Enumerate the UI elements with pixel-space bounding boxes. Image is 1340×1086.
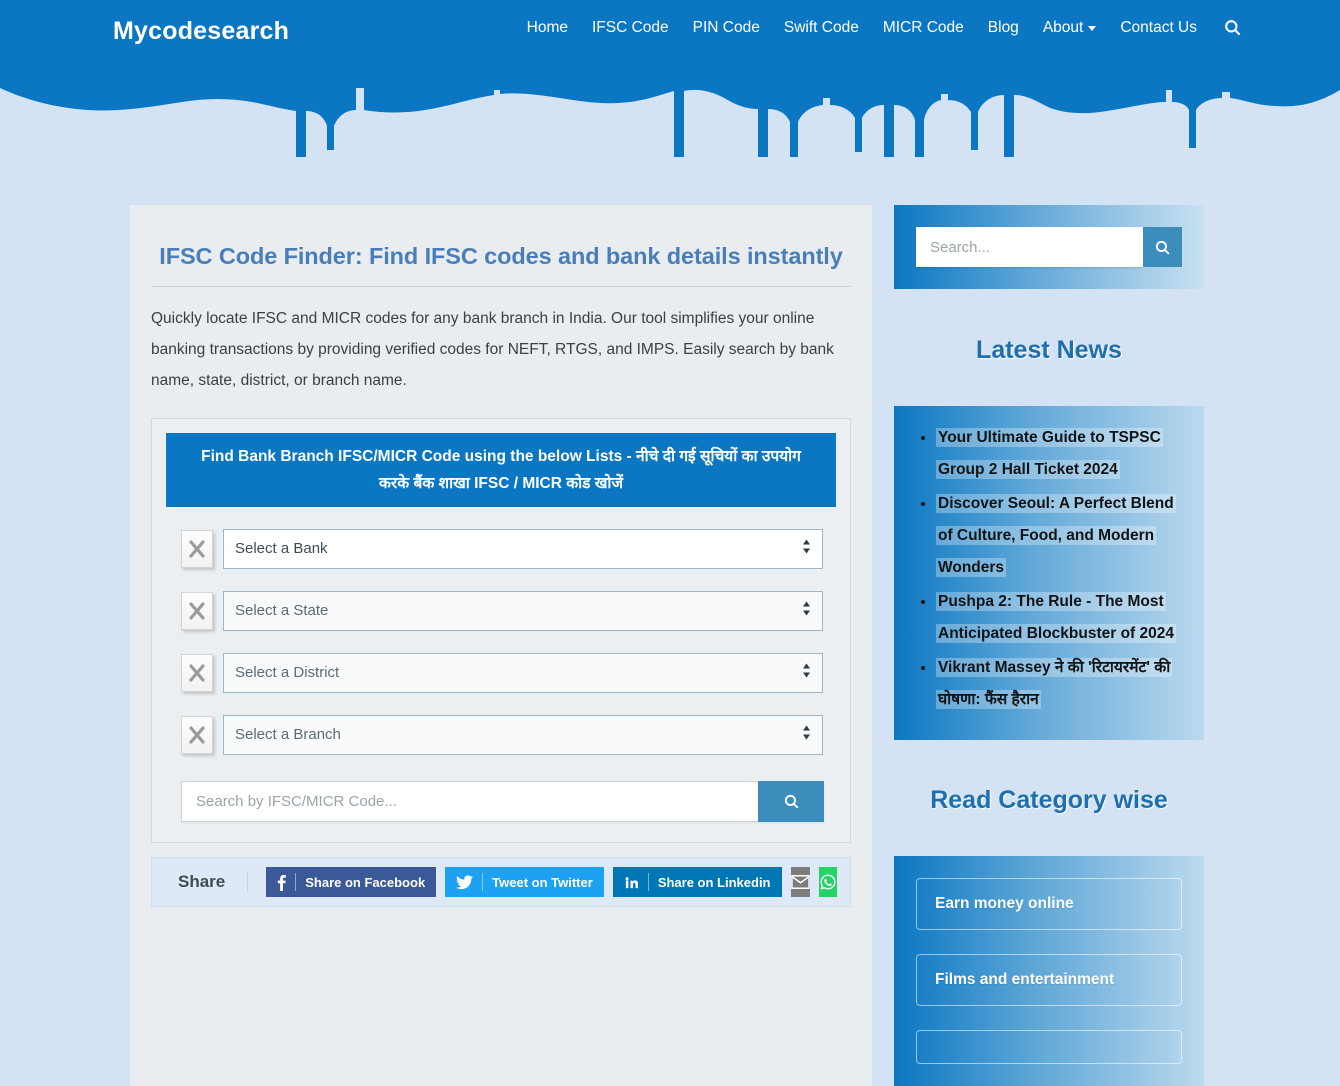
sidebar-search-button[interactable]: [1143, 227, 1182, 267]
latest-news-list: Your Ultimate Guide to TSPSC Group 2 Hal…: [894, 405, 1204, 740]
news-item-label: Your Ultimate Guide to TSPSC Group 2 Hal…: [936, 427, 1163, 479]
nav-item-home[interactable]: Home: [515, 15, 580, 41]
header-search-icon[interactable]: [1223, 18, 1242, 37]
nav-label: IFSC Code: [591, 18, 669, 36]
select-branch[interactable]: Select a Branch: [223, 715, 823, 755]
category-item-films-and-entertainment[interactable]: Films and entertainment: [916, 954, 1182, 1006]
ifsc-finder-form: Find Bank Branch IFSC/MICR Code using th…: [151, 418, 851, 843]
bank-select-wrapper: Select a Bank: [223, 529, 823, 569]
news-list-item[interactable]: Discover Seoul: A Perfect Blend of Cultu…: [936, 488, 1186, 584]
select-bank[interactable]: Select a Bank: [223, 529, 823, 569]
button-divider: [482, 873, 484, 891]
code-search-button[interactable]: [758, 781, 824, 822]
page-title: IFSC Code Finder: Find IFSC codes and ba…: [159, 243, 843, 269]
nav-label: MICR Code: [882, 18, 964, 36]
sidebar: Latest News Your Ultimate Guide to TSPSC…: [894, 205, 1204, 1086]
button-divider: [647, 873, 649, 891]
news-list-item[interactable]: Vikrant Massey ने की 'रिटायरमेंट' की घोष…: [936, 652, 1186, 716]
whatsapp-icon: [820, 874, 836, 890]
twitter-icon: [456, 874, 474, 889]
nav-item-ifsc-code[interactable]: IFSC Code: [580, 15, 681, 41]
share-on-facebook-button[interactable]: Share on Facebook: [266, 867, 437, 897]
share-label: Share: [164, 872, 249, 892]
nav-label: PIN Code: [692, 18, 760, 36]
branch-select-wrapper: Select a Branch: [223, 715, 823, 755]
nav-item-contact-us[interactable]: Contact Us: [1108, 15, 1209, 41]
nav-label: Home: [526, 18, 568, 36]
state-field-row: Select a State: [166, 591, 836, 631]
nav-item-blog[interactable]: Blog: [976, 15, 1031, 41]
read-category-wise-heading: Read Category wise: [930, 786, 1168, 815]
nav-label: Contact Us: [1120, 18, 1197, 36]
share-button-label: Share on Linkedin: [657, 874, 771, 890]
email-icon: [790, 875, 810, 889]
broken-image-icon: [181, 592, 213, 630]
title-divider: [151, 286, 851, 287]
select-state[interactable]: Select a State: [223, 591, 823, 631]
intro-paragraph: Quickly locate IFSC and MICR codes for a…: [151, 310, 834, 389]
latest-news-heading: Latest News: [976, 335, 1122, 364]
share-by-email-button[interactable]: [790, 867, 810, 897]
linkedin-icon: [625, 876, 638, 888]
broken-image-icon: [181, 716, 213, 754]
broken-image-icon: [181, 654, 213, 692]
share-button-label: Share on Facebook: [305, 874, 426, 890]
drip-decoration: [0, 62, 1340, 157]
select-district[interactable]: Select a District: [223, 653, 823, 693]
news-item-label: Discover Seoul: A Perfect Blend of Cultu…: [936, 493, 1176, 577]
button-divider: [295, 873, 297, 891]
district-field-row: Select a District: [166, 653, 836, 693]
chevron-down-icon: [1088, 26, 1097, 31]
news-item-label: Vikrant Massey ने की 'रिटायरमेंट' की घोष…: [936, 657, 1173, 709]
category-list: Earn money online Films and entertainmen…: [894, 856, 1204, 1086]
nav-item-about[interactable]: About: [1031, 15, 1109, 41]
branch-field-row: Select a Branch: [166, 715, 836, 755]
sidebar-search-widget: [894, 205, 1204, 289]
nav-item-pin-code[interactable]: PIN Code: [681, 15, 772, 41]
bank-field-row: Select a Bank: [166, 529, 836, 569]
main-content-card: IFSC Code Finder: Find IFSC codes and ba…: [130, 205, 872, 1086]
site-logo[interactable]: Mycodesearch: [113, 17, 289, 46]
sidebar-search-input[interactable]: [916, 227, 1143, 267]
news-list-item[interactable]: Your Ultimate Guide to TSPSC Group 2 Hal…: [936, 422, 1186, 486]
category-item-third[interactable]: [916, 1030, 1182, 1064]
news-list-item[interactable]: Pushpa 2: The Rule - The Most Anticipate…: [936, 586, 1186, 650]
form-banner: Find Bank Branch IFSC/MICR Code using th…: [166, 433, 836, 507]
facebook-icon: [278, 874, 287, 891]
code-search-input[interactable]: [181, 781, 758, 822]
share-on-linkedin-button[interactable]: Share on Linkedin: [612, 867, 782, 897]
site-header: Mycodesearch Home IFSC Code PIN Code Swi…: [0, 0, 1340, 63]
share-bar: Share Share on Facebook Tweet on Twitter…: [151, 857, 851, 907]
nav-item-swift-code[interactable]: Swift Code: [772, 15, 871, 41]
nav-label: About: [1042, 18, 1084, 36]
nav-label: Blog: [987, 18, 1019, 36]
news-item-label: Pushpa 2: The Rule - The Most Anticipate…: [936, 591, 1177, 643]
tweet-on-twitter-button[interactable]: Tweet on Twitter: [445, 867, 604, 897]
district-select-wrapper: Select a District: [223, 653, 823, 693]
nav-label: Swift Code: [783, 18, 859, 36]
state-select-wrapper: Select a State: [223, 591, 823, 631]
share-button-label: Tweet on Twitter: [492, 874, 593, 890]
main-navigation: Home IFSC Code PIN Code Swift Code MICR …: [515, 15, 1242, 49]
category-item-earn-money-online[interactable]: Earn money online: [916, 878, 1182, 930]
nav-item-micr-code[interactable]: MICR Code: [871, 15, 976, 41]
broken-image-icon: [181, 530, 213, 568]
share-on-whatsapp-button[interactable]: [818, 867, 837, 897]
page-body: IFSC Code Finder: Find IFSC codes and ba…: [0, 205, 1340, 1086]
code-search-row: [181, 781, 824, 822]
